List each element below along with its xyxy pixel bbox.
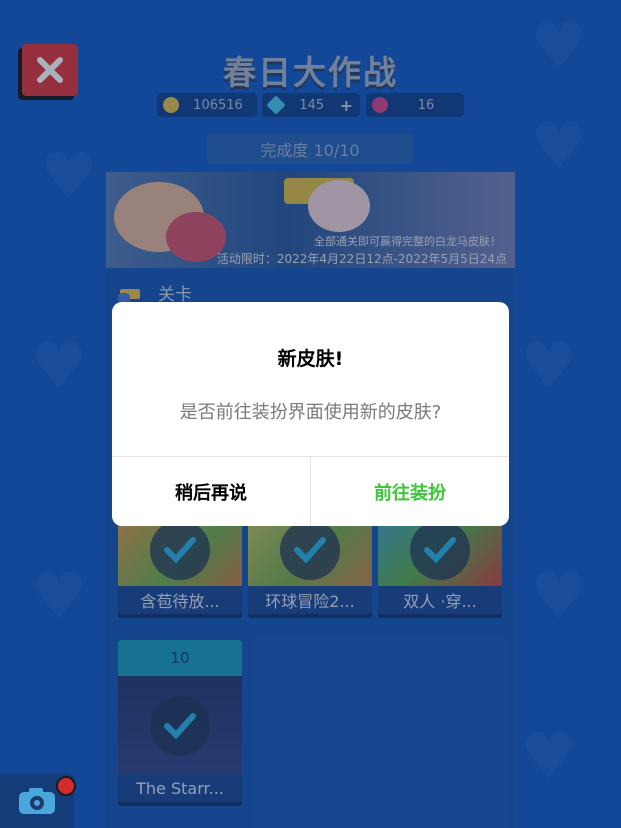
go-dress-up-button[interactable]: 前往装扮 bbox=[311, 457, 509, 526]
new-skin-dialog: 新皮肤! 是否前往装扮界面使用新的皮肤? 稍后再说 前往装扮 bbox=[112, 302, 509, 526]
camera-button[interactable] bbox=[0, 774, 76, 828]
notification-dot bbox=[56, 776, 76, 796]
dialog-title: 新皮肤! bbox=[277, 348, 344, 370]
dialog-message: 是否前往装扮界面使用新的皮肤? bbox=[179, 402, 442, 423]
camera-icon bbox=[19, 788, 55, 814]
later-button[interactable]: 稍后再说 bbox=[112, 457, 310, 526]
